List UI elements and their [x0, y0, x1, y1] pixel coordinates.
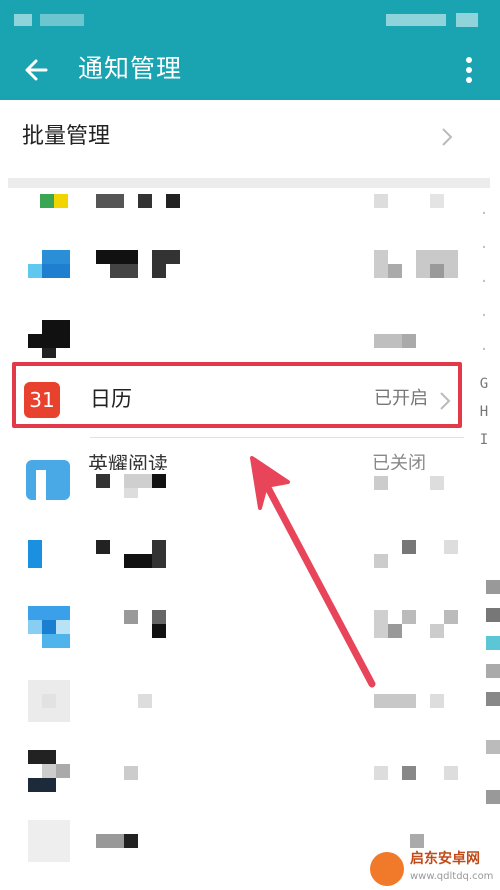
- row-separator: [90, 437, 464, 438]
- alpha-dot: ·: [479, 240, 489, 256]
- back-arrow-icon[interactable]: [20, 50, 60, 90]
- app-name-cut: 英耀阅读: [88, 452, 168, 470]
- battery-icon: [456, 13, 478, 27]
- alphabet-index[interactable]: · · · · · G H I: [470, 200, 498, 480]
- alpha-letter-g[interactable]: G: [470, 376, 498, 392]
- reading-app-icon-detail: [36, 470, 46, 500]
- page-title: 通知管理: [78, 54, 183, 83]
- section-divider: [8, 178, 490, 188]
- watermark-url: www.qdltdq.com: [410, 871, 494, 882]
- watermark-logo-icon: [370, 852, 404, 886]
- reading-app-icon: [26, 460, 70, 500]
- app-bar: 通知管理: [0, 40, 500, 100]
- status-indicators: [386, 14, 446, 26]
- chevron-right-icon: [440, 126, 454, 148]
- more-vert-icon[interactable]: [456, 50, 482, 90]
- alpha-letter-h[interactable]: H: [470, 404, 498, 420]
- alpha-letter-i[interactable]: I: [470, 432, 498, 448]
- status-carrier: [40, 14, 84, 26]
- alpha-dot: ·: [479, 342, 489, 358]
- watermark-name: 启东安卓网: [410, 851, 480, 867]
- notification-status-cut: 已关闭: [372, 453, 426, 470]
- batch-manage-row[interactable]: 批量管理: [0, 100, 500, 174]
- alpha-dot: ·: [479, 308, 489, 324]
- status-bar: [0, 0, 500, 40]
- status-signal-icon: [14, 14, 32, 26]
- highlight-annotation-box: [12, 362, 462, 428]
- batch-manage-label: 批量管理: [22, 124, 111, 149]
- alpha-dot: ·: [479, 274, 489, 290]
- watermark: 启东安卓网 www.qdltdq.com: [370, 851, 498, 888]
- alpha-dot: ·: [479, 206, 489, 222]
